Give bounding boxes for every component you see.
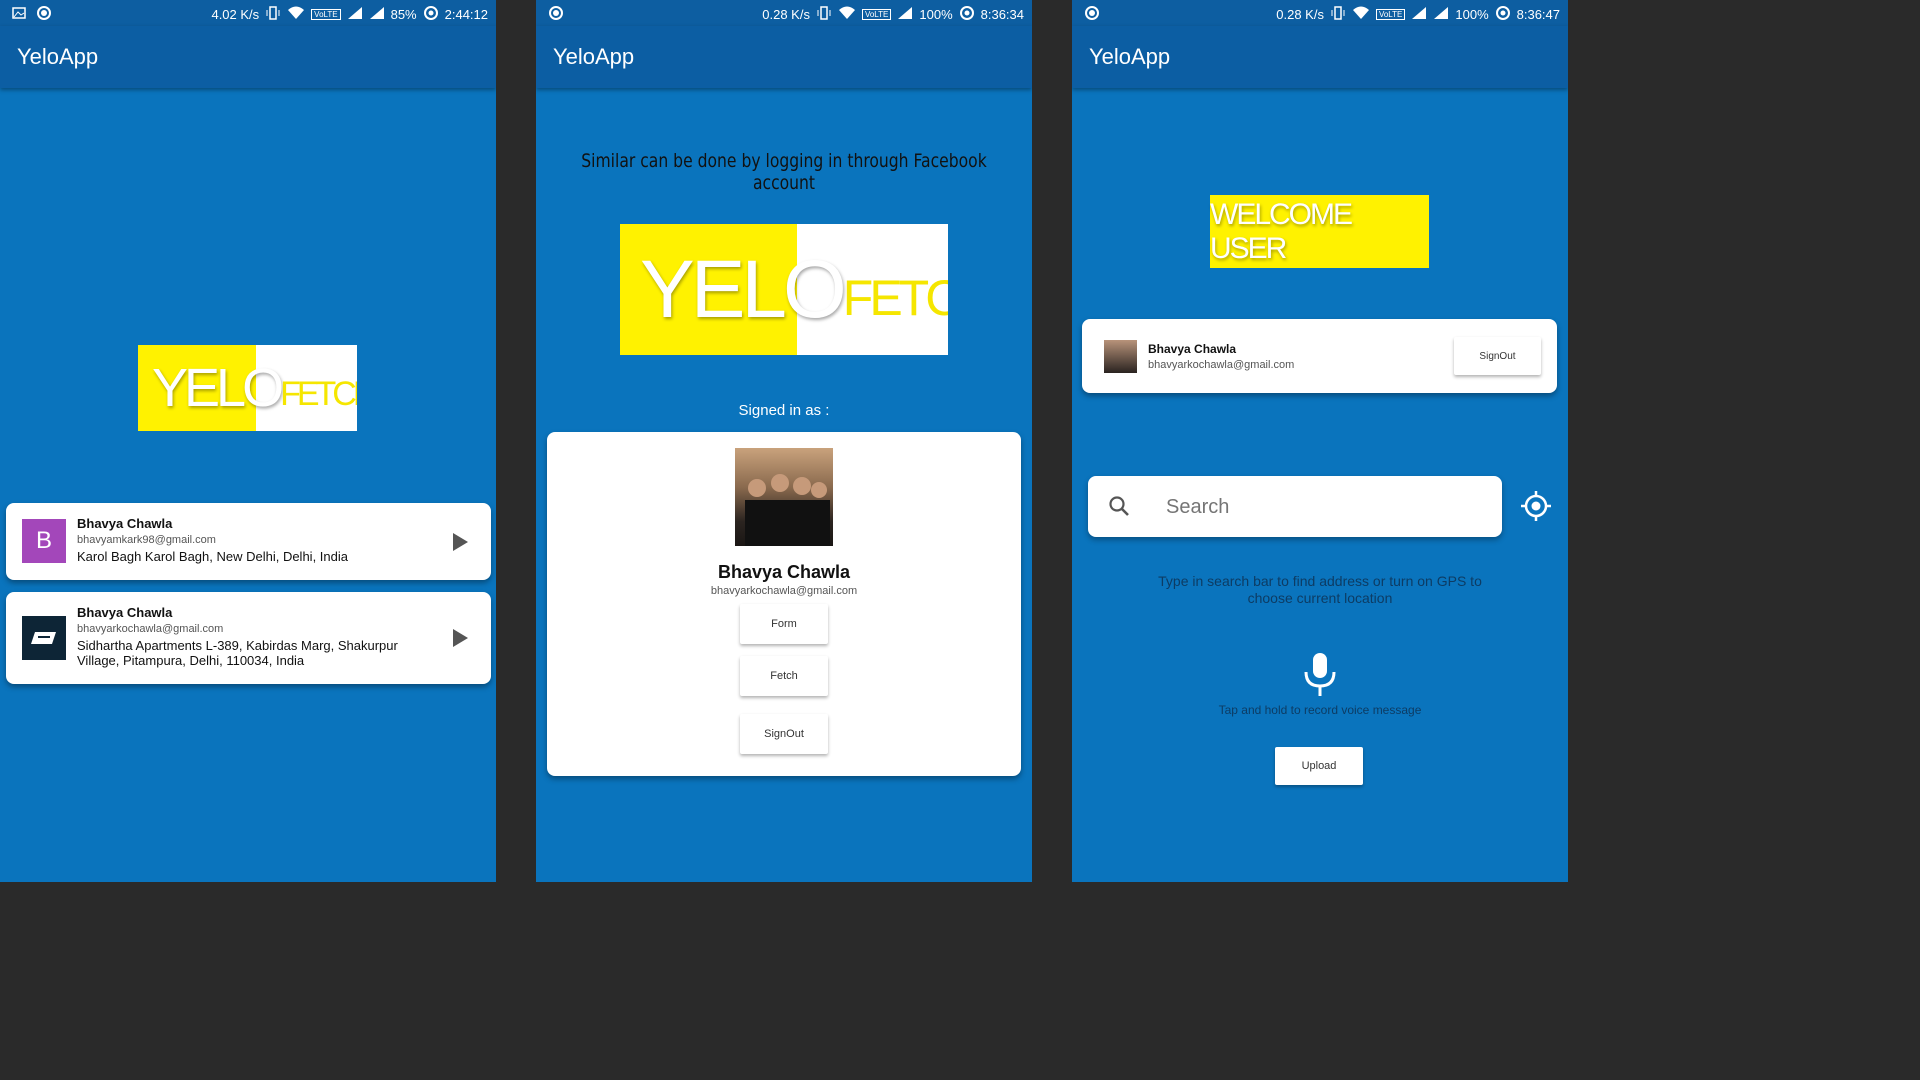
battery-percent: 100% [1455,7,1489,22]
status-bar: 4.02 K/s VoLTE 85% 2:44:12 [0,0,496,26]
signal-icon-2 [1433,6,1449,23]
app-bar: YeloApp [1072,26,1568,88]
signout-button[interactable]: SignOut [1454,337,1541,375]
network-speed: 0.28 K/s [1276,7,1324,22]
clock: 2:44:12 [444,7,488,22]
logo-text-yelo: YELO [640,243,847,335]
account-email: bhavyamkark98@gmail.com [77,534,216,546]
volte-badge: VoLTE [1375,9,1406,20]
facebook-info-heading: Similar can be done by logging in throug… [581,150,987,194]
avatar [1104,340,1137,373]
wifi-icon [838,6,856,23]
app-bar: YeloApp [536,26,1032,88]
search-input[interactable] [1164,492,1488,522]
avatar: B [22,519,66,563]
search-bar[interactable] [1088,476,1502,537]
signal-icon [1411,6,1427,23]
signal-icon [897,6,913,23]
signal-icon-2 [369,6,385,23]
profile-name: Bhavya Chawla [717,562,851,582]
profile-card: Bhavya Chawla bhavyarkochawla@gmail.com … [547,432,1021,776]
search-icon [1108,495,1130,522]
clock: 8:36:34 [980,7,1024,22]
app-title: YeloApp [553,44,635,69]
signout-button[interactable]: SignOut [740,714,828,754]
screen-1: 4.02 K/s VoLTE 85% 2:44:12 YeloApp YELO … [0,0,496,882]
network-speed: 0.28 K/s [762,7,810,22]
upload-button[interactable]: Upload [1275,747,1363,785]
yelofetch-logo: YELO FETCH [620,224,948,355]
logo-text-fetch: FETCH [280,374,357,413]
battery-icon [959,5,975,24]
app-title: YeloApp [17,44,99,69]
yelofetch-logo: YELO FETCH [138,345,357,431]
avatar [22,616,66,660]
battery-icon [1495,5,1511,24]
screen-3: 0.28 K/s VoLTE 100% 8:36:47 YeloApp WELC… [1072,0,1568,882]
form-button[interactable]: Form [740,604,828,644]
wifi-icon [287,6,305,23]
profile-email: bhavyarkochawla@gmail.com [710,585,858,597]
volte-badge: VoLTE [861,9,892,20]
microphone-icon[interactable] [1302,652,1338,703]
vibrate-icon [1330,6,1346,23]
record-notification-icon [548,5,564,24]
logo-text-fetch: FETCH [842,269,948,326]
logo-text-yelo: YELO [152,358,284,418]
user-name: Bhavya Chawla [1148,342,1237,356]
account-address: Karol Bagh Karol Bagh, New Delhi, Delhi,… [77,549,348,564]
record-notification-icon [36,5,52,24]
battery-icon [423,5,439,24]
account-name: Bhavya Chawla [77,605,173,620]
welcome-text: WELCOME USER [1210,197,1353,265]
fetch-button[interactable]: Fetch [740,656,828,696]
avatar-initial: B [35,527,52,554]
vibrate-icon [816,6,832,23]
wifi-icon [1352,6,1370,23]
account-address: Sidhartha Apartments L-389, Kabirdas Mar… [77,638,398,668]
app-bar: YeloApp [0,26,496,88]
profile-photo [735,448,833,546]
signal-icon [347,6,363,23]
play-icon[interactable] [453,629,468,647]
account-card[interactable]: B Bhavya Chawla bhavyamkark98@gmail.com … [6,503,491,580]
battery-percent: 100% [919,7,953,22]
signed-in-label: Signed in as : [738,402,830,419]
status-bar: 0.28 K/s VoLTE 100% 8:36:34 [536,0,1032,26]
user-email: bhavyarkochawla@gmail.com [1148,359,1295,371]
account-name: Bhavya Chawla [77,516,173,531]
voice-hint: Tap and hold to record voice message [1218,703,1422,717]
screen-2: 0.28 K/s VoLTE 100% 8:36:34 YeloApp Simi… [536,0,1032,882]
search-hint: Type in search bar to find address or tu… [1158,573,1482,606]
vibrate-icon [265,6,281,23]
account-email: bhavyarkochawla@gmail.com [77,623,224,635]
gps-locate-icon[interactable] [1520,490,1552,527]
image-notification-icon [12,7,26,22]
account-card[interactable]: Bhavya Chawla bhavyarkochawla@gmail.com … [6,592,491,684]
status-bar: 0.28 K/s VoLTE 100% 8:36:47 [1072,0,1568,26]
network-speed: 4.02 K/s [211,7,260,22]
user-card: Bhavya Chawla bhavyarkochawla@gmail.com … [1082,319,1557,393]
volte-badge: VoLTE [311,9,341,20]
battery-percent: 85% [390,7,417,22]
record-notification-icon [1084,5,1100,24]
clock: 8:36:47 [1516,7,1560,22]
play-icon[interactable] [453,533,468,551]
app-title: YeloApp [1089,44,1171,69]
welcome-banner: WELCOME USER [1210,195,1429,268]
